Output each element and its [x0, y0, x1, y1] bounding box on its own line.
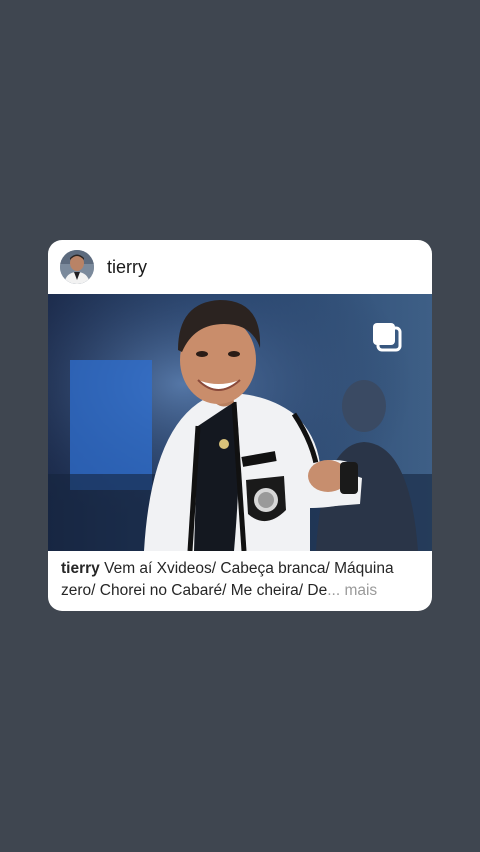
post-photo[interactable] [48, 294, 432, 551]
instagram-post-card[interactable]: tierry tierry Vem aí Xvideos/ Cabeça bra… [48, 240, 432, 611]
multiple-photos-icon [373, 323, 402, 352]
post-header: tierry [48, 240, 432, 294]
post-username[interactable]: tierry [107, 256, 147, 278]
caption-more-link[interactable]: ... mais [327, 582, 377, 599]
post-caption: tierry Vem aí Xvideos/ Cabeça branca/ Má… [61, 558, 421, 602]
avatar[interactable] [60, 250, 94, 284]
profile-avatar-image [60, 250, 94, 284]
caption-username[interactable]: tierry [61, 560, 100, 577]
